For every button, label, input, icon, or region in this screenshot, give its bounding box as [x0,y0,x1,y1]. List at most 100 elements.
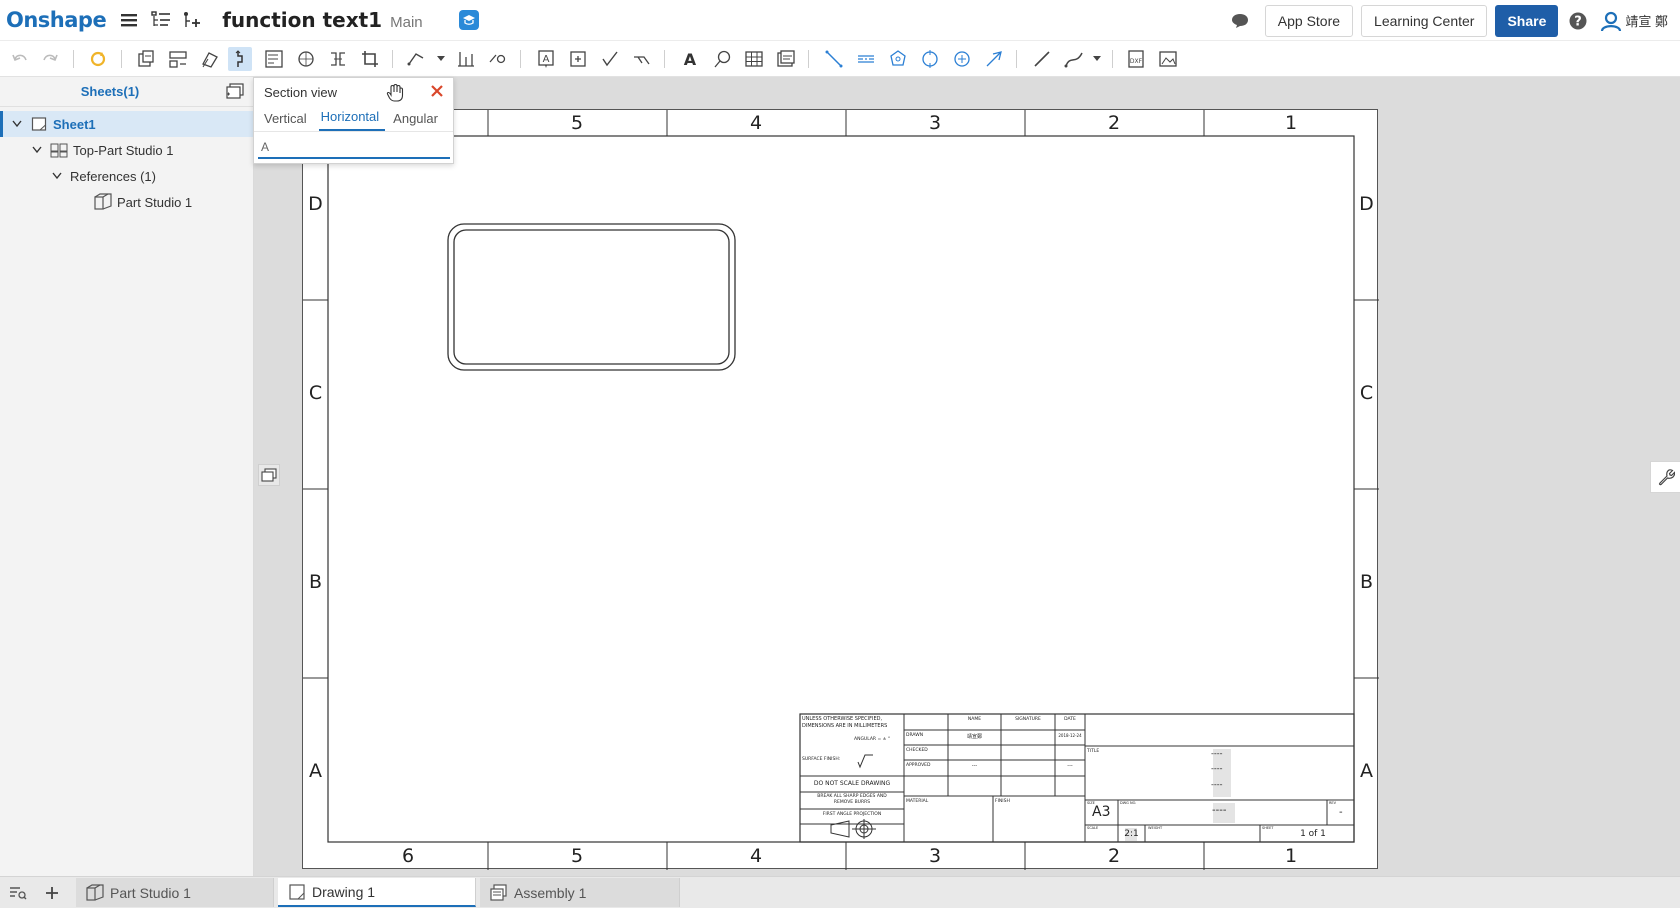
user-avatar-icon[interactable] [1600,10,1622,32]
tree-item-part-studio[interactable]: Part Studio 1 [0,189,253,215]
export-dxf-icon[interactable]: DXF [1124,47,1148,71]
export-image-icon[interactable] [1156,47,1180,71]
feature-list-icon[interactable] [150,9,172,31]
point-center-icon[interactable] [982,47,1006,71]
redo-icon[interactable] [38,47,62,71]
regenerate-icon[interactable] [86,47,110,71]
section-view-header[interactable]: Section view [254,78,453,106]
tab-horizontal[interactable]: Horizontal [318,109,386,131]
break-view-icon[interactable] [326,47,350,71]
tb-projection: FIRST ANGLE PROJECTION [822,812,882,817]
tb-surface-finish: SURFACE FINISH: [802,757,841,762]
part-studio-icon [94,193,112,211]
grab-hand-icon[interactable] [386,83,404,103]
sketch-line-icon[interactable] [1030,47,1054,71]
section-label-input[interactable] [258,137,450,159]
onshape-logo[interactable]: Onshape [6,8,107,32]
top-header: Onshape function text1 Main App Store Le… [0,0,1680,41]
broken-out-section-icon[interactable] [262,47,286,71]
insert-image-icon[interactable] [774,47,798,71]
auxiliary-view-icon[interactable] [198,47,222,71]
tab-label: Assembly 1 [514,884,587,901]
note-icon[interactable]: A [534,47,558,71]
chat-icon[interactable] [1229,10,1251,32]
hole-table-icon[interactable] [486,47,510,71]
crop-view-icon[interactable] [358,47,382,71]
tb-title-dash-3: ---- [1211,780,1223,789]
tree-item-top-view[interactable]: Top-Part Studio 1 [0,137,253,163]
spline-icon[interactable] [1062,47,1086,71]
tb-title-label: TITLE [1087,749,1100,754]
document-title[interactable]: function text1 [222,8,382,32]
tb-row-checked: CHECKED [906,748,928,753]
tb-notes-line2: DIMENSIONS ARE IN MILLIMETERS [802,723,888,729]
datum-icon[interactable] [566,47,590,71]
chevron-down-icon[interactable] [10,117,24,131]
ordinate-dimension-icon[interactable] [454,47,478,71]
branch-label[interactable]: Main [390,14,423,31]
text-icon[interactable]: A [678,47,702,71]
education-icon[interactable] [458,10,479,30]
part-view[interactable] [447,223,736,371]
app-store-button[interactable]: App Store [1264,4,1354,37]
tab-angular[interactable]: Angular [391,111,444,131]
learning-center-button[interactable]: Learning Center [1361,4,1488,37]
sheet-icon [30,115,48,133]
col-label-top-2: 2 [1107,112,1121,134]
tb-break-edges-1: BREAK ALL SHARP EDGES AND [817,794,887,799]
wrench-icon[interactable] [1650,461,1680,493]
centerline-icon[interactable] [854,47,878,71]
chevron-down-icon[interactable] [50,169,64,183]
callout-icon[interactable] [710,47,734,71]
share-button[interactable]: Share [1495,4,1559,37]
tb-break-edges-2: REMOVE BURRS [833,800,871,805]
filter-icon[interactable] [8,883,28,903]
tb-size: A3 [1092,804,1111,820]
line-icon[interactable] [822,47,846,71]
row-label-left-D: D [308,193,323,215]
drawing-sheet[interactable]: 5 4 3 2 1 6 5 4 3 2 1 D C B A D C B A UN… [302,109,1379,870]
projected-view-icon[interactable] [166,47,190,71]
row-label-right-A: A [1360,760,1373,782]
section-view-icon[interactable] [228,47,252,71]
col-label-top-1: 1 [1284,112,1298,134]
bottom-tab-bar: Part Studio 1 Drawing 1 Assembly 1 [0,876,1680,908]
circle-centerline-icon[interactable] [918,47,942,71]
detail-view-icon[interactable] [294,47,318,71]
help-icon[interactable]: ? [1568,10,1590,32]
col-label-top-5: 5 [570,112,584,134]
sketch-dropdown-icon[interactable] [1092,53,1102,65]
table-icon[interactable] [742,47,766,71]
centermark-icon[interactable] [886,47,910,71]
tab-part-studio-1[interactable]: Part Studio 1 [76,878,274,907]
insert-icon[interactable] [180,9,202,31]
user-name[interactable]: 靖宣 鄭 [1625,11,1668,30]
weld-symbol-icon[interactable] [630,47,654,71]
insert-view-icon[interactable] [134,47,158,71]
col-label-bottom-2: 2 [1107,845,1121,867]
tb-approved-name: --- [971,763,978,769]
tab-drawing-1[interactable]: Drawing 1 [278,878,476,907]
tree-item-label: Sheet1 [53,116,96,132]
tb-drawn-date: 2018-12-24 [1058,733,1082,738]
chevron-down-icon[interactable] [30,143,44,157]
surface-finish-icon[interactable] [598,47,622,71]
add-sheet-icon[interactable] [225,82,245,100]
tree-item-references[interactable]: References (1) [0,163,253,189]
col-label-bottom-4: 4 [749,845,763,867]
circle-icon[interactable] [950,47,974,71]
hamburger-icon[interactable] [118,9,140,31]
dimension-icon[interactable] [404,47,428,71]
col-label-bottom-1: 1 [1284,845,1298,867]
tab-vertical[interactable]: Vertical [262,111,313,131]
tree-item-sheet1[interactable]: Sheet1 [0,111,253,137]
tb-col-date: DATE [1064,717,1076,722]
add-icon[interactable] [42,883,62,903]
dimension-dropdown-icon[interactable] [436,53,446,65]
panel-toggle-icon[interactable] [258,464,280,486]
tb-col-signature: SIGNATURE [1015,717,1041,722]
close-icon[interactable] [428,82,446,100]
sheets-panel-title[interactable]: Sheets(1) [0,84,220,99]
undo-icon[interactable] [8,47,32,71]
tab-assembly-1[interactable]: Assembly 1 [480,878,680,907]
